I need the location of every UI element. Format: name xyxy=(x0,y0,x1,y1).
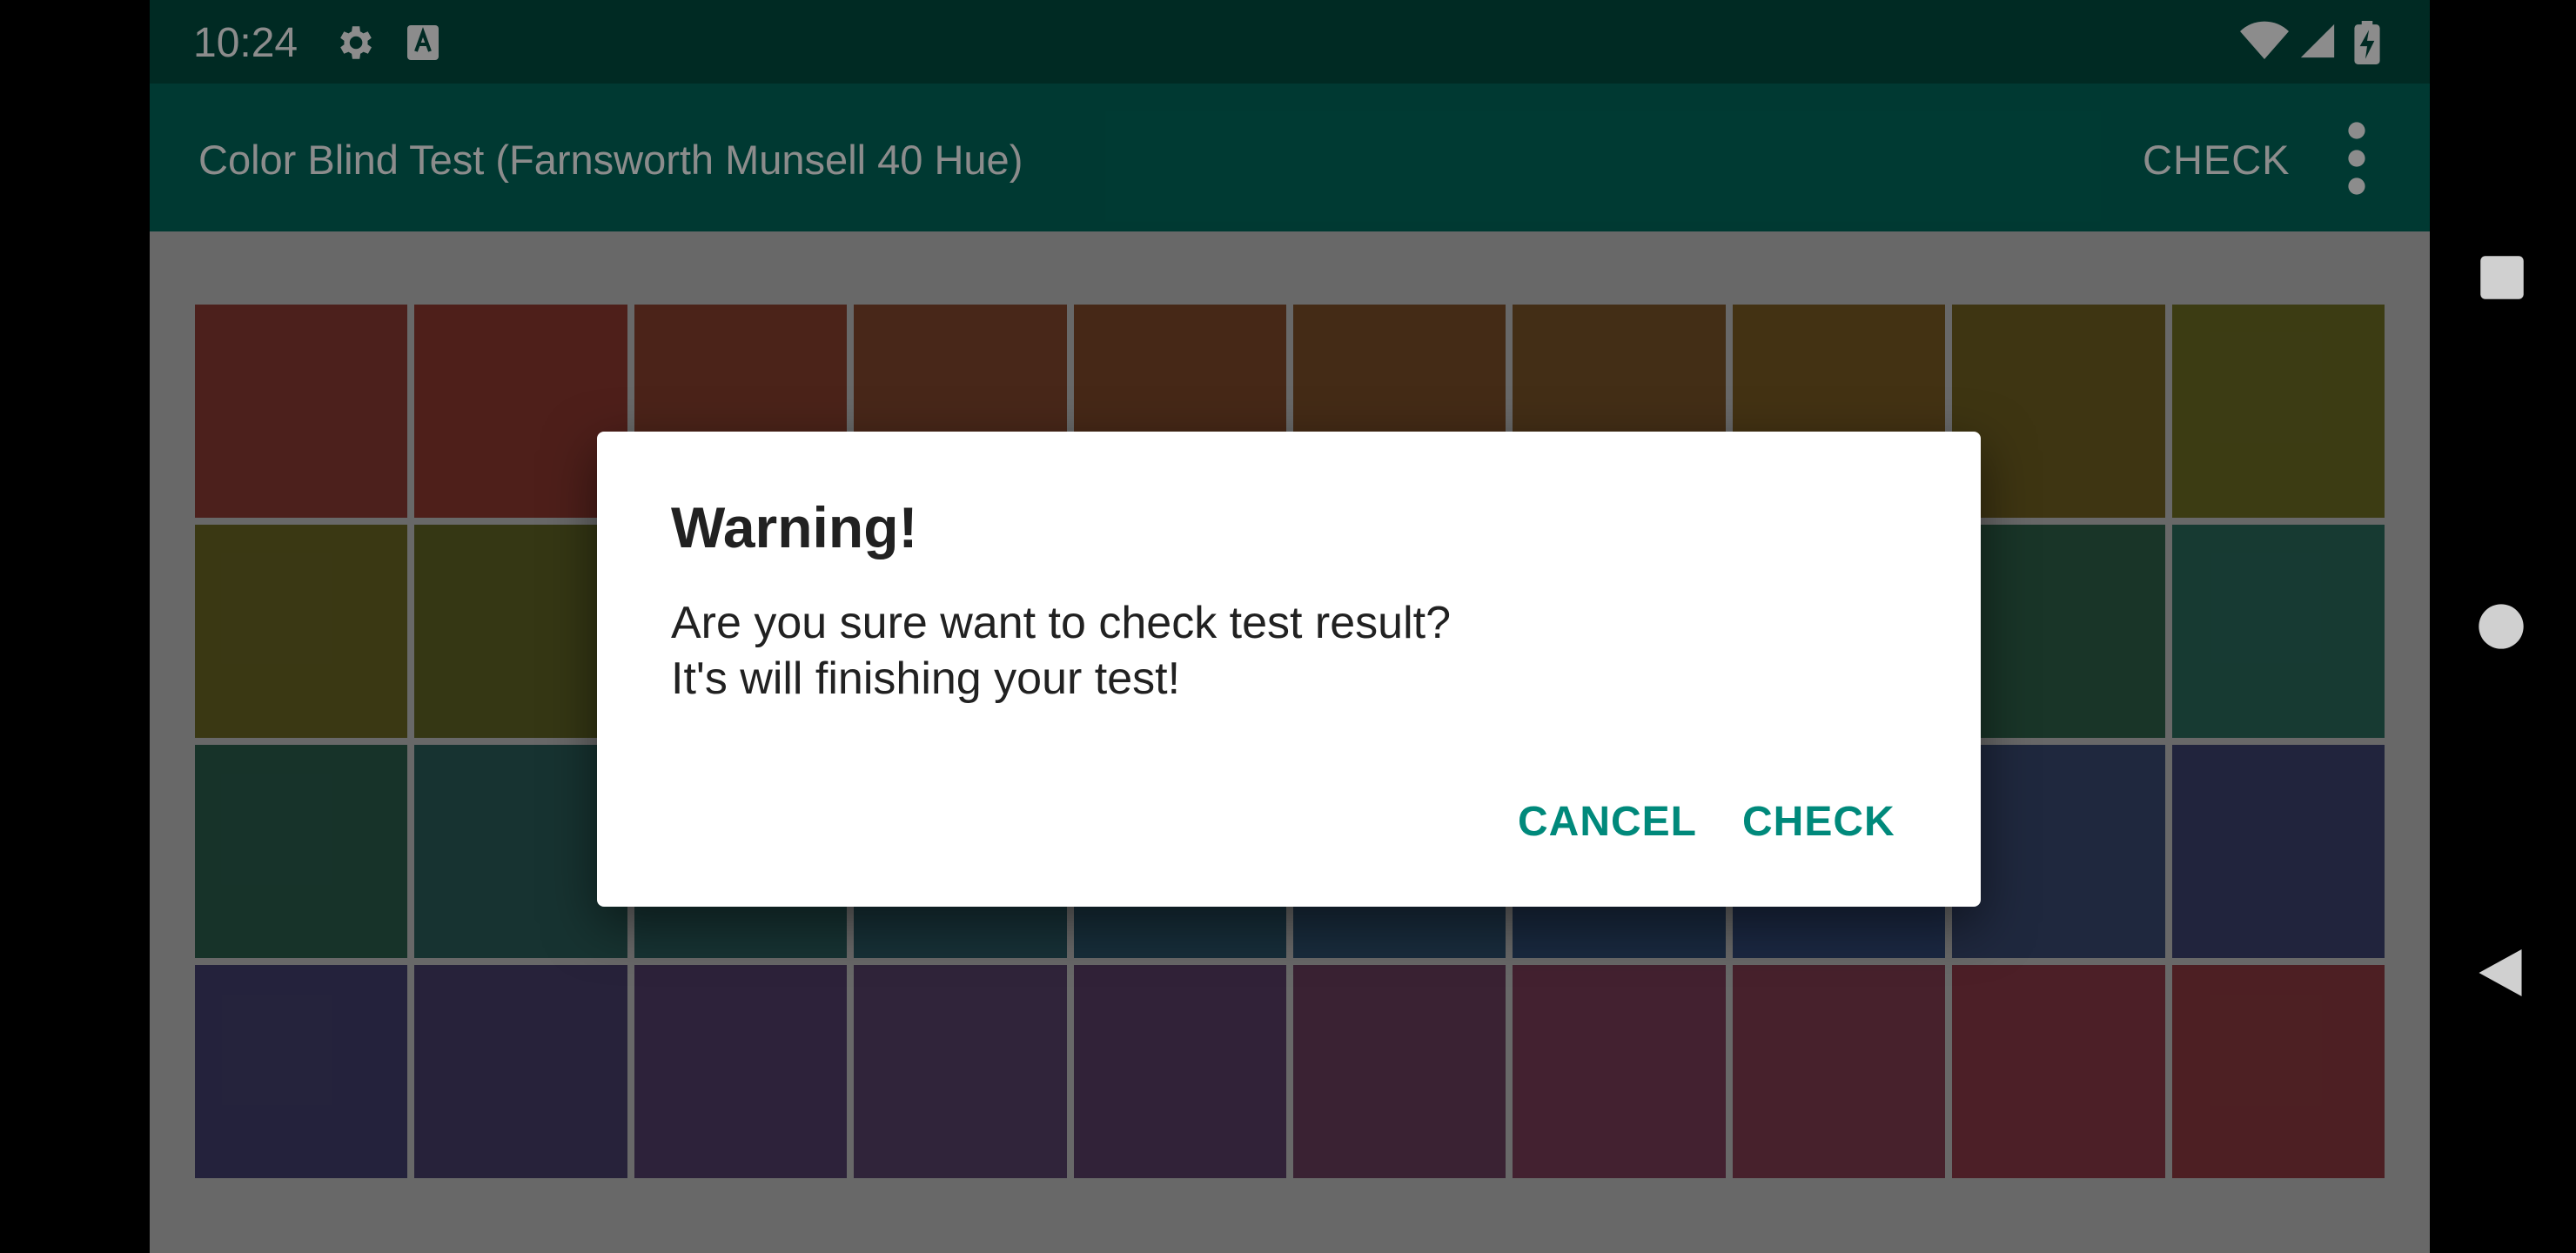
home-circle-icon[interactable] xyxy=(2477,602,2526,651)
back-triangle-icon[interactable] xyxy=(2477,947,2524,999)
navigation-bar xyxy=(2430,0,2576,1253)
cancel-button[interactable]: CANCEL xyxy=(1506,787,1709,856)
device-screen: 10:24 Color Blind Test (Farnsworth Munse… xyxy=(150,0,2430,1253)
recents-square-icon[interactable] xyxy=(2479,254,2526,301)
dialog-title: Warning! xyxy=(671,495,918,559)
dialog-message-line-1: Are you sure want to check test result? xyxy=(671,598,1451,648)
dialog-message-line-2: It's will finishing your test! xyxy=(671,653,1181,704)
confirm-check-button[interactable]: CHECK xyxy=(1730,787,1908,856)
warning-dialog: Warning! Are you sure want to check test… xyxy=(597,432,1981,907)
